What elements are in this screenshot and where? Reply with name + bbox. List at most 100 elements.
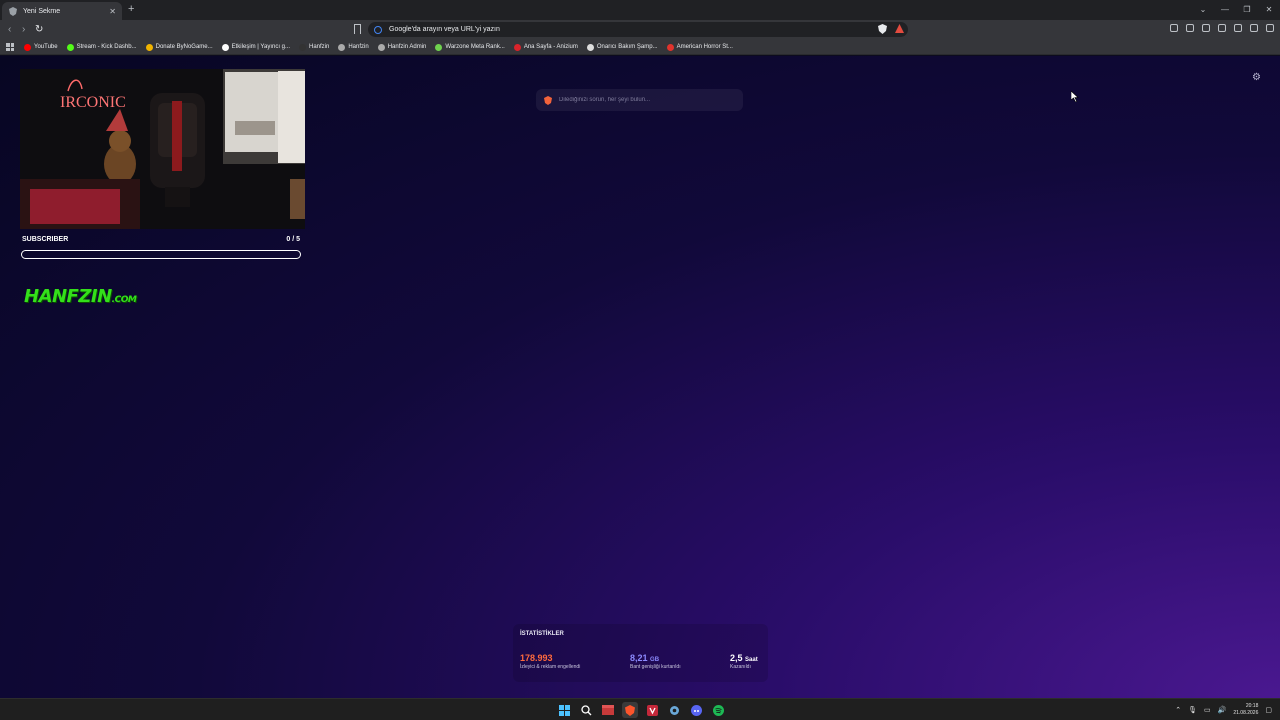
microphone-icon[interactable]: 🎙 [1188, 706, 1197, 714]
goal-label: SUBSCRIBER [22, 236, 69, 243]
search-input[interactable] [559, 97, 729, 103]
bookmark-item[interactable]: Hanfzin [338, 43, 369, 51]
chevron-up-icon[interactable]: ⌃ [1175, 706, 1181, 714]
discord-taskbar-icon[interactable] [688, 702, 704, 718]
bookmark-label: Ana Sayfa - Anizium [523, 44, 578, 50]
bookmark-item[interactable]: American Horror St... [666, 43, 733, 51]
bookmark-favicon-icon [221, 43, 229, 51]
vivaldi-taskbar-icon[interactable] [644, 702, 660, 718]
bookmark-item[interactable]: YouTube [24, 43, 58, 51]
brave-rewards-icon[interactable] [895, 24, 904, 33]
tab-search-icon[interactable]: ⌄ [1192, 0, 1214, 20]
extension-icon[interactable] [1170, 24, 1178, 32]
search-box[interactable] [536, 89, 743, 111]
stat-time: 2,5 Saat Kazanıldı [730, 653, 758, 670]
bookmark-item[interactable]: Hanfzin Admin [377, 43, 426, 51]
window-controls: ⌄ — ❐ ✕ [1192, 0, 1280, 20]
address-placeholder: Google'da arayın veya URL'yi yazın [389, 26, 500, 33]
bookmark-label: Onarıcı Bakım Şamp... [596, 44, 658, 50]
sidebar-icon[interactable] [1202, 24, 1210, 32]
bookmark-favicon-icon [666, 43, 674, 51]
brave-shields-icon[interactable] [878, 24, 887, 34]
new-tab-button[interactable]: + [128, 3, 134, 15]
bookmark-item[interactable]: Hanfzin [299, 43, 330, 51]
music-icon[interactable] [1186, 24, 1194, 32]
leo-ai-icon[interactable] [1234, 24, 1242, 32]
bookmark-label: American Horror St... [676, 44, 733, 50]
bookmark-favicon-icon [513, 43, 521, 51]
bookmark-item[interactable]: Donate ByNoGame... [145, 43, 213, 51]
logo-suffix: .COM [111, 295, 137, 305]
stream-preview[interactable]: IRCONIC [20, 69, 305, 229]
bookmark-item[interactable]: Stream - Kick Dashb... [66, 43, 137, 51]
bookmarks-bar: YouTube Stream - Kick Dashb... Donate ByNo… [0, 40, 1280, 55]
bookmark-label: Warzone Meta Rank... [445, 44, 505, 50]
network-icon[interactable]: ▭ [1204, 706, 1211, 714]
goal-count: 0 / 5 [286, 236, 300, 243]
tab-title: Yeni Sekme [23, 7, 61, 15]
bookmark-item[interactable]: Ana Sayfa - Anizium [513, 43, 578, 51]
wallet-icon[interactable] [1218, 24, 1226, 32]
minimize-button[interactable]: — [1214, 0, 1236, 20]
apps-grid-icon[interactable] [6, 43, 14, 51]
stat-bandwidth-label: Bant genişliği kurtarıldı [630, 664, 681, 670]
vpn-icon[interactable] [1250, 24, 1258, 32]
stat-bandwidth: 8,21 GB Bant genişliği kurtarıldı [630, 653, 681, 670]
forward-icon[interactable]: › [22, 24, 25, 35]
notification-icon[interactable]: ▢ [1265, 706, 1272, 714]
stream-room-image: IRCONIC [20, 69, 305, 229]
maximize-button[interactable]: ❐ [1236, 0, 1258, 20]
close-window-button[interactable]: ✕ [1258, 0, 1280, 20]
tab-strip: Yeni Sekme ✕ + ⌄ — ❐ ✕ [0, 0, 1280, 20]
bookmark-item[interactable]: Onarıcı Bakım Şamp... [586, 43, 658, 51]
spotify-taskbar-icon[interactable] [710, 702, 726, 718]
brave-taskbar-icon[interactable] [622, 702, 638, 718]
goal-progress-bar [21, 250, 301, 259]
address-bar[interactable]: Google'da arayın veya URL'yi yazın [368, 22, 908, 37]
clock-date: 21.08.2026 [1233, 710, 1259, 716]
bookmark-favicon-icon [377, 43, 385, 51]
bookmark-favicon-icon [66, 43, 74, 51]
bookmark-favicon-icon [145, 43, 153, 51]
bookmark-favicon-icon [435, 43, 443, 51]
stats-widget: İSTATİSTİKLER 178.993 İzleyici & reklam … [513, 624, 768, 682]
bookmark-favicon-icon [24, 43, 31, 51]
brave-tab-icon [8, 6, 17, 16]
stats-title: İSTATİSTİKLER [520, 631, 564, 637]
bookmark-label: Stream - Kick Dashb... [76, 44, 137, 50]
stat-time-label: Kazanıldı [730, 664, 751, 670]
volume-icon[interactable]: 🔊 [1218, 706, 1227, 714]
hanfzin-logo[interactable]: HANFZIN.COM [24, 286, 137, 307]
subscriber-goal: SUBSCRIBER 0 / 5 [22, 236, 300, 243]
bookmark-item[interactable]: Warzone Meta Rank... [435, 43, 505, 51]
gear-icon[interactable]: ⚙ [1252, 72, 1261, 83]
clock-time: 20:18 [1245, 703, 1259, 709]
bookmark-label: Etkileşim | Yayıncı g... [231, 44, 290, 50]
calendar-app-icon[interactable] [600, 702, 616, 718]
reload-icon[interactable]: ↻ [35, 24, 43, 35]
search-icon[interactable] [578, 702, 594, 718]
settings-app-icon[interactable] [666, 702, 682, 718]
extensions-area [1170, 24, 1274, 32]
stat-trackers-label: İzleyici & reklam engellendi [520, 664, 581, 670]
brave-search-icon [544, 95, 552, 105]
neon-sign-text: IRCONIC [60, 94, 126, 111]
windows-start-icon[interactable] [556, 702, 572, 718]
bookmark-label: Hanfzin [309, 44, 330, 50]
bookmark-label: Donate ByNoGame... [155, 44, 213, 50]
bookmark-favicon-icon [586, 43, 594, 51]
stat-trackers-value: 178.993 [520, 653, 553, 663]
bookmark-favicon-icon [299, 43, 306, 51]
system-tray: ⌃ 🎙 ▭ 🔊 20:18 21.08.2026 ▢ [1175, 703, 1272, 717]
stat-trackers: 178.993 İzleyici & reklam engellendi [520, 653, 580, 670]
stat-time-value: 2,5 Saat [730, 653, 758, 663]
bookmark-label: Hanfzin [348, 44, 369, 50]
back-icon[interactable]: ‹ [8, 24, 11, 35]
clock[interactable]: 20:18 21.08.2026 [1233, 703, 1258, 717]
bookmark-icon[interactable] [354, 24, 361, 34]
menu-icon[interactable] [1266, 24, 1274, 32]
tab-new-tab[interactable]: Yeni Sekme ✕ [2, 2, 122, 20]
logo-main: HANFZIN [24, 286, 112, 307]
close-tab-icon[interactable]: ✕ [109, 7, 116, 16]
bookmark-item[interactable]: Etkileşim | Yayıncı g... [221, 43, 290, 51]
